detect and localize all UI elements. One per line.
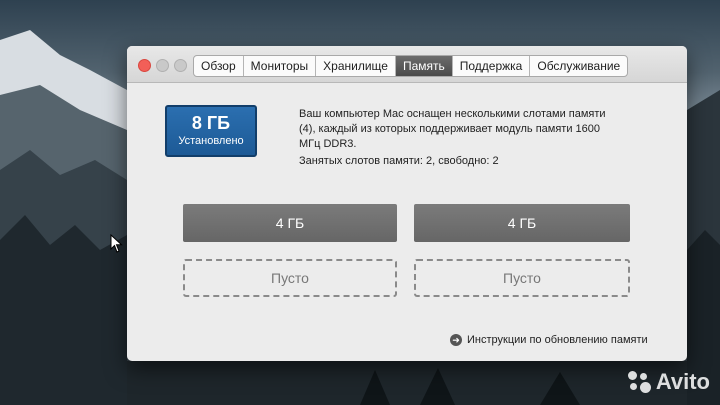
close-window-button[interactable] bbox=[138, 59, 151, 72]
about-this-mac-window: Обзор Мониторы Хранилище Память Поддержк… bbox=[127, 46, 687, 361]
memory-slot-2: 4 ГБ bbox=[414, 204, 630, 242]
watermark-text: Avito bbox=[655, 369, 710, 394]
tab-overview[interactable]: Обзор bbox=[194, 56, 244, 76]
title-bar: Обзор Мониторы Хранилище Память Поддержк… bbox=[127, 46, 687, 83]
upgrade-link-label: Инструкции по обновлению памяти bbox=[467, 334, 648, 346]
avito-logo-icon bbox=[626, 369, 652, 395]
memory-upgrade-instructions-link[interactable]: ➜ Инструкции по обновлению памяти bbox=[450, 334, 648, 346]
installed-label: Установлено bbox=[178, 135, 244, 147]
slots-summary: Занятых слотов памяти: 2, свободно: 2 bbox=[299, 155, 499, 167]
tab-support[interactable]: Поддержка bbox=[453, 56, 531, 76]
zoom-window-button[interactable] bbox=[174, 59, 187, 72]
memory-slot-4: Пусто bbox=[414, 259, 630, 297]
mouse-pointer-icon bbox=[110, 234, 123, 253]
memory-slot-1: 4 ГБ bbox=[183, 204, 397, 242]
memory-size-badge: 8 ГБ Установлено bbox=[165, 105, 257, 157]
tab-memory[interactable]: Память bbox=[395, 56, 453, 76]
avito-watermark: Avito bbox=[626, 369, 710, 395]
minimize-window-button[interactable] bbox=[156, 59, 169, 72]
installed-memory-size: 8 ГБ bbox=[191, 113, 231, 133]
tab-storage[interactable]: Хранилище bbox=[316, 56, 396, 76]
tab-service[interactable]: Обслуживание bbox=[530, 56, 627, 76]
memory-panel: 8 ГБ Установлено Ваш компьютер Mac оснащ… bbox=[127, 83, 687, 361]
tab-bar: Обзор Мониторы Хранилище Память Поддержк… bbox=[193, 55, 629, 77]
memory-description: Ваш компьютер Mac оснащен несколькими сл… bbox=[299, 108, 606, 150]
tab-displays[interactable]: Мониторы bbox=[244, 56, 317, 76]
arrow-right-circle-icon: ➜ bbox=[450, 334, 462, 346]
memory-slot-3: Пусто bbox=[183, 259, 397, 297]
